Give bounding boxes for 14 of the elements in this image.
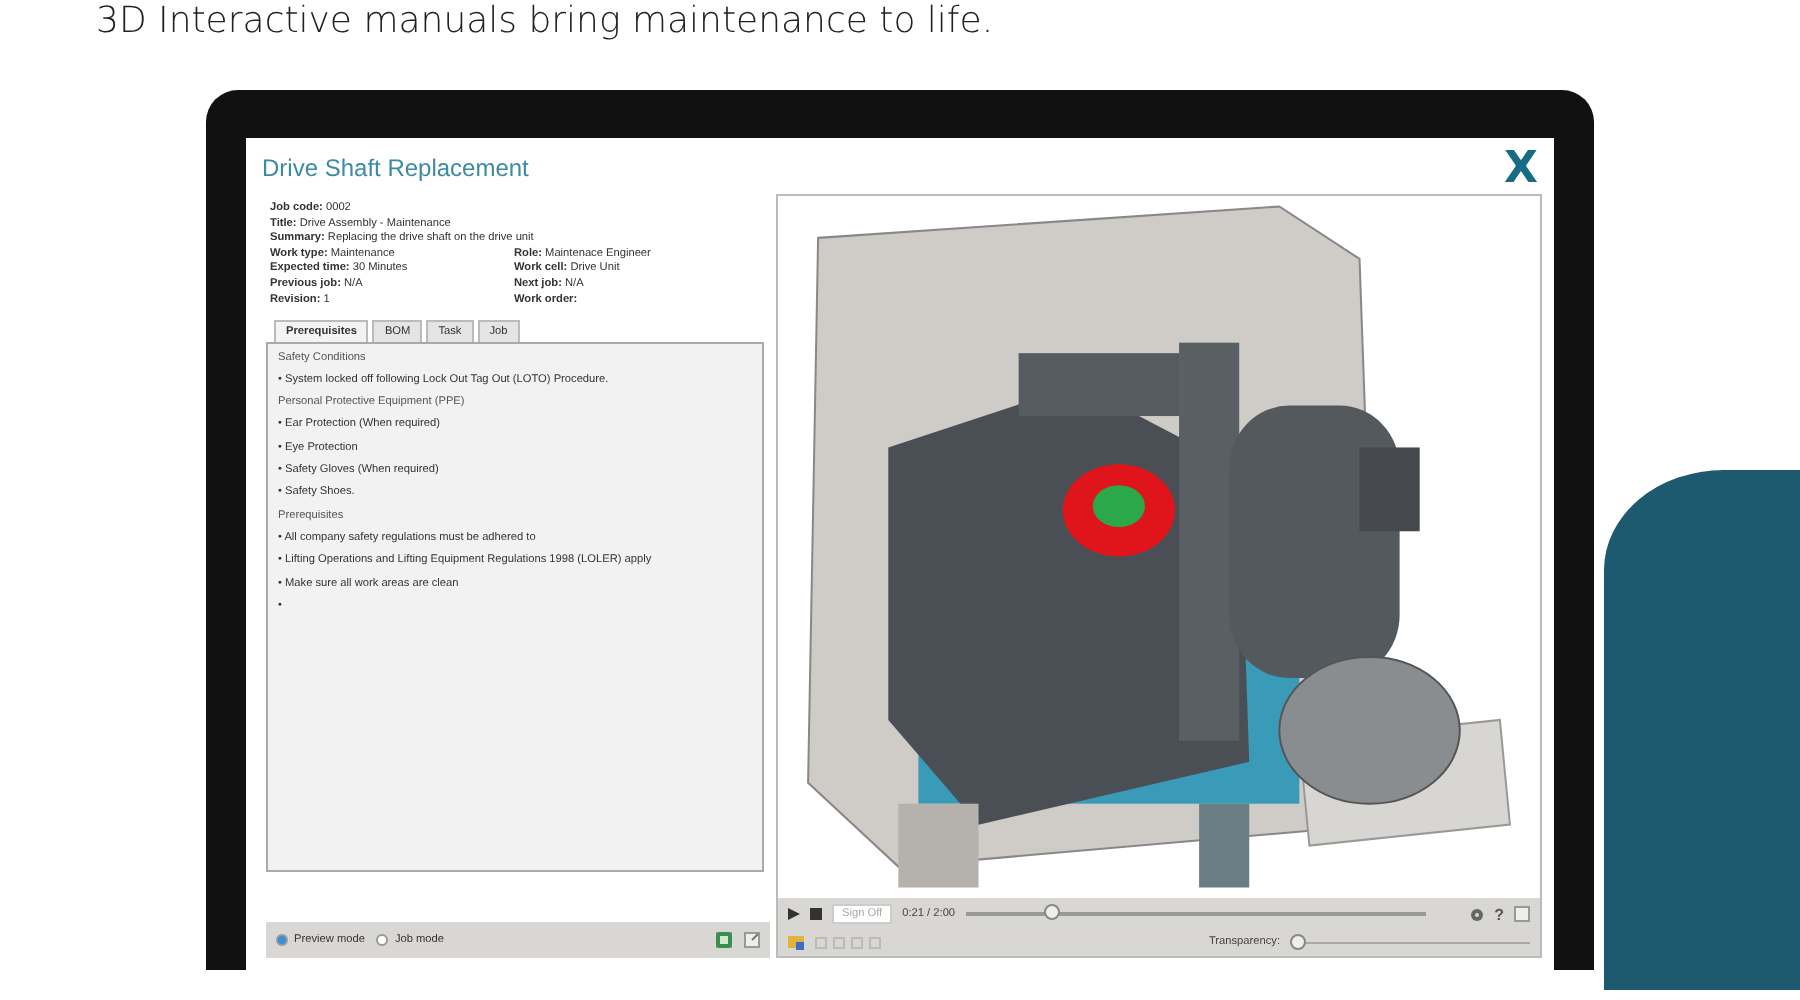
timeline-thumb[interactable] (1044, 904, 1061, 920)
play-icon[interactable] (788, 908, 800, 920)
export-icon[interactable] (716, 932, 732, 948)
window-title: Drive Shaft Replacement (262, 154, 529, 182)
transparency-thumb[interactable] (1290, 933, 1306, 949)
help-icon[interactable]: ? (1494, 905, 1504, 923)
expand-icon[interactable] (1514, 906, 1530, 922)
settings-icon[interactable] (1470, 907, 1485, 921)
radio-icon[interactable] (376, 934, 389, 946)
logo: X (1504, 143, 1538, 193)
folder-icon[interactable] (788, 934, 804, 950)
headline: 3D Interactive manuals bring maintenance to life. (94, 0, 996, 46)
expand-icon[interactable] (744, 932, 760, 948)
radio-icon[interactable] (276, 934, 288, 946)
